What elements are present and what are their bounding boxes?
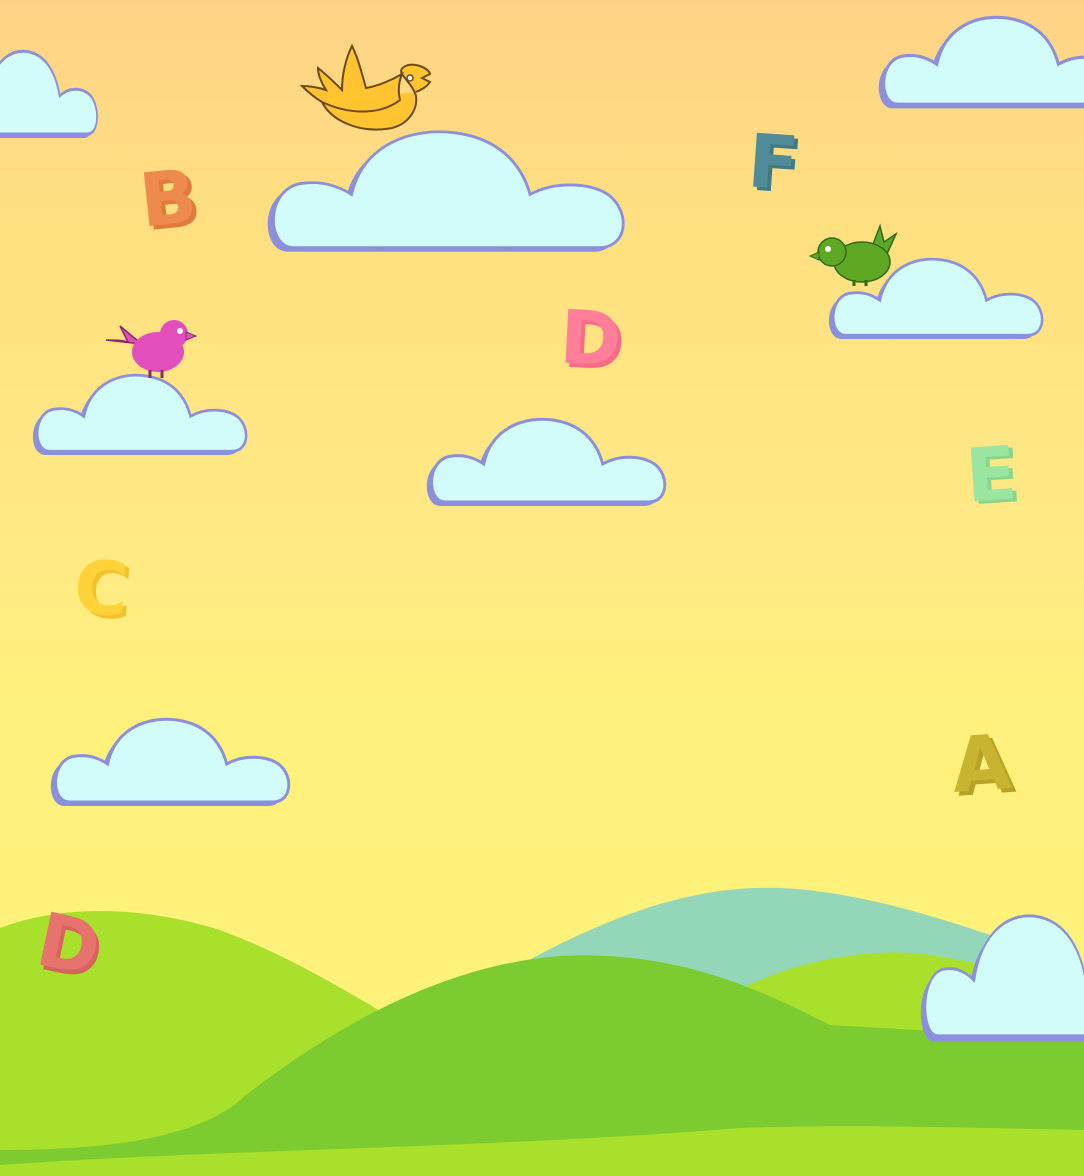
pink-bird-eye: [177, 328, 183, 334]
green-bird-beak: [808, 251, 820, 261]
letter-f[interactable]: F: [745, 118, 801, 207]
letter-c[interactable]: C: [71, 544, 131, 634]
yellow-bird-wing-left: [299, 43, 405, 113]
pink-bird-head: [160, 320, 188, 348]
green-bird-head: [817, 237, 847, 267]
letter-b[interactable]: B: [136, 153, 201, 244]
game-stage: B F D E C A D: [0, 0, 1084, 1176]
pink-bird[interactable]: [105, 320, 198, 378]
green-bird-eye: [825, 246, 831, 252]
letter-d-top[interactable]: D: [558, 294, 624, 383]
green-bird[interactable]: [808, 223, 898, 286]
yellow-bird[interactable]: [299, 43, 432, 131]
letter-a[interactable]: A: [949, 717, 1014, 810]
pink-bird-beak: [185, 331, 198, 341]
yellow-bird-eye: [406, 74, 414, 82]
letter-e[interactable]: E: [963, 430, 1019, 519]
